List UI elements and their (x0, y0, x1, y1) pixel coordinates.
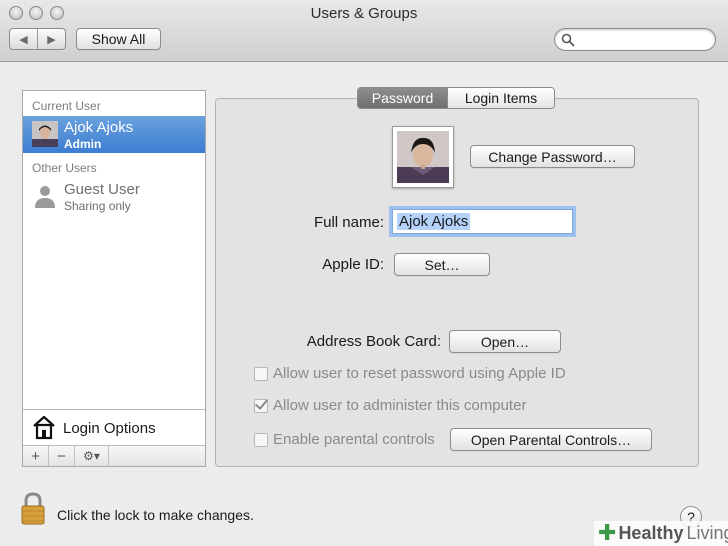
sidebar-toolbar: + − ⚙▾ (23, 445, 205, 466)
guest-user-icon (35, 186, 55, 208)
user-picture[interactable] (392, 126, 454, 188)
change-password-button[interactable]: Change Password… (470, 145, 635, 168)
search-input[interactable] (579, 31, 709, 48)
parental-controls-checkbox[interactable] (254, 432, 268, 447)
watermark-logo: ✚ Healthy Living (598, 520, 728, 545)
lock-instruction-text: Click the lock to make changes. (57, 507, 254, 523)
allow-admin-checkbox[interactable] (254, 398, 268, 413)
open-parental-controls-button[interactable]: Open Parental Controls… (450, 428, 652, 451)
gear-icon: ⚙▾ (83, 449, 100, 463)
open-address-book-button[interactable]: Open… (449, 330, 561, 353)
allow-admin-row[interactable]: Allow user to administer this computer (254, 397, 526, 414)
house-icon (33, 415, 55, 440)
guest-user-status: Sharing only (64, 199, 131, 213)
login-options-label: Login Options (63, 420, 156, 437)
allow-reset-checkbox[interactable] (254, 366, 268, 381)
show-all-button[interactable]: Show All (76, 28, 161, 50)
user-avatar-icon (32, 121, 58, 147)
forward-arrow-icon: ▶ (47, 33, 56, 46)
tab-login-items[interactable]: Login Items (447, 88, 554, 108)
window-toolbar: Users & Groups ◀ ▶ Show All (0, 0, 728, 62)
login-options-item[interactable]: Login Options (23, 409, 205, 445)
action-menu-button[interactable]: ⚙▾ (75, 446, 109, 466)
current-user-heading: Current User (32, 99, 101, 113)
forward-button[interactable]: ▶ (37, 29, 65, 49)
back-arrow-icon: ◀ (19, 33, 28, 46)
current-user-name: Ajok Ajoks (64, 119, 134, 136)
search-icon (561, 33, 575, 47)
other-users-heading: Other Users (32, 161, 97, 175)
allow-reset-row[interactable]: Allow user to reset password using Apple… (254, 365, 566, 382)
lock-icon[interactable] (20, 492, 46, 526)
allow-reset-label: Allow user to reset password using Apple… (273, 365, 566, 382)
full-name-label: Full name: (313, 214, 384, 231)
guest-user-name: Guest User (64, 181, 140, 198)
watermark-brand-bold: Healthy (618, 522, 684, 543)
sidebar-item-current-user[interactable]: Ajok Ajoks Admin (23, 116, 205, 153)
window-title: Users & Groups (310, 5, 418, 22)
set-apple-id-button[interactable]: Set… (394, 253, 490, 276)
search-field[interactable] (554, 28, 716, 51)
sidebar-item-guest-user[interactable]: Guest User Sharing only (23, 178, 205, 215)
users-list: Current User Ajok Ajoks Admin Other User… (22, 90, 206, 467)
tab-bar: Password Login Items (357, 87, 555, 109)
current-user-role: Admin (64, 137, 102, 151)
watermark-brand-light: Living (686, 522, 728, 543)
parental-controls-label: Enable parental controls (273, 431, 435, 448)
full-name-value[interactable]: Ajok Ajoks (397, 213, 471, 230)
plus-icon: + (31, 447, 40, 465)
address-book-label: Address Book Card: (306, 333, 441, 350)
minus-icon: − (57, 447, 66, 465)
back-forward-control: ◀ ▶ (9, 28, 66, 50)
parental-controls-row[interactable]: Enable parental controls (254, 431, 435, 448)
tab-password[interactable]: Password (358, 88, 447, 108)
full-name-field[interactable]: Ajok Ajoks (392, 209, 573, 234)
watermark-plus-icon: ✚ (598, 520, 617, 545)
user-photo-icon (397, 131, 449, 183)
add-user-button[interactable]: + (23, 446, 49, 466)
remove-user-button[interactable]: − (49, 446, 75, 466)
allow-admin-label: Allow user to administer this computer (273, 397, 527, 414)
back-button[interactable]: ◀ (10, 29, 37, 49)
apple-id-label: Apple ID: (322, 256, 384, 273)
